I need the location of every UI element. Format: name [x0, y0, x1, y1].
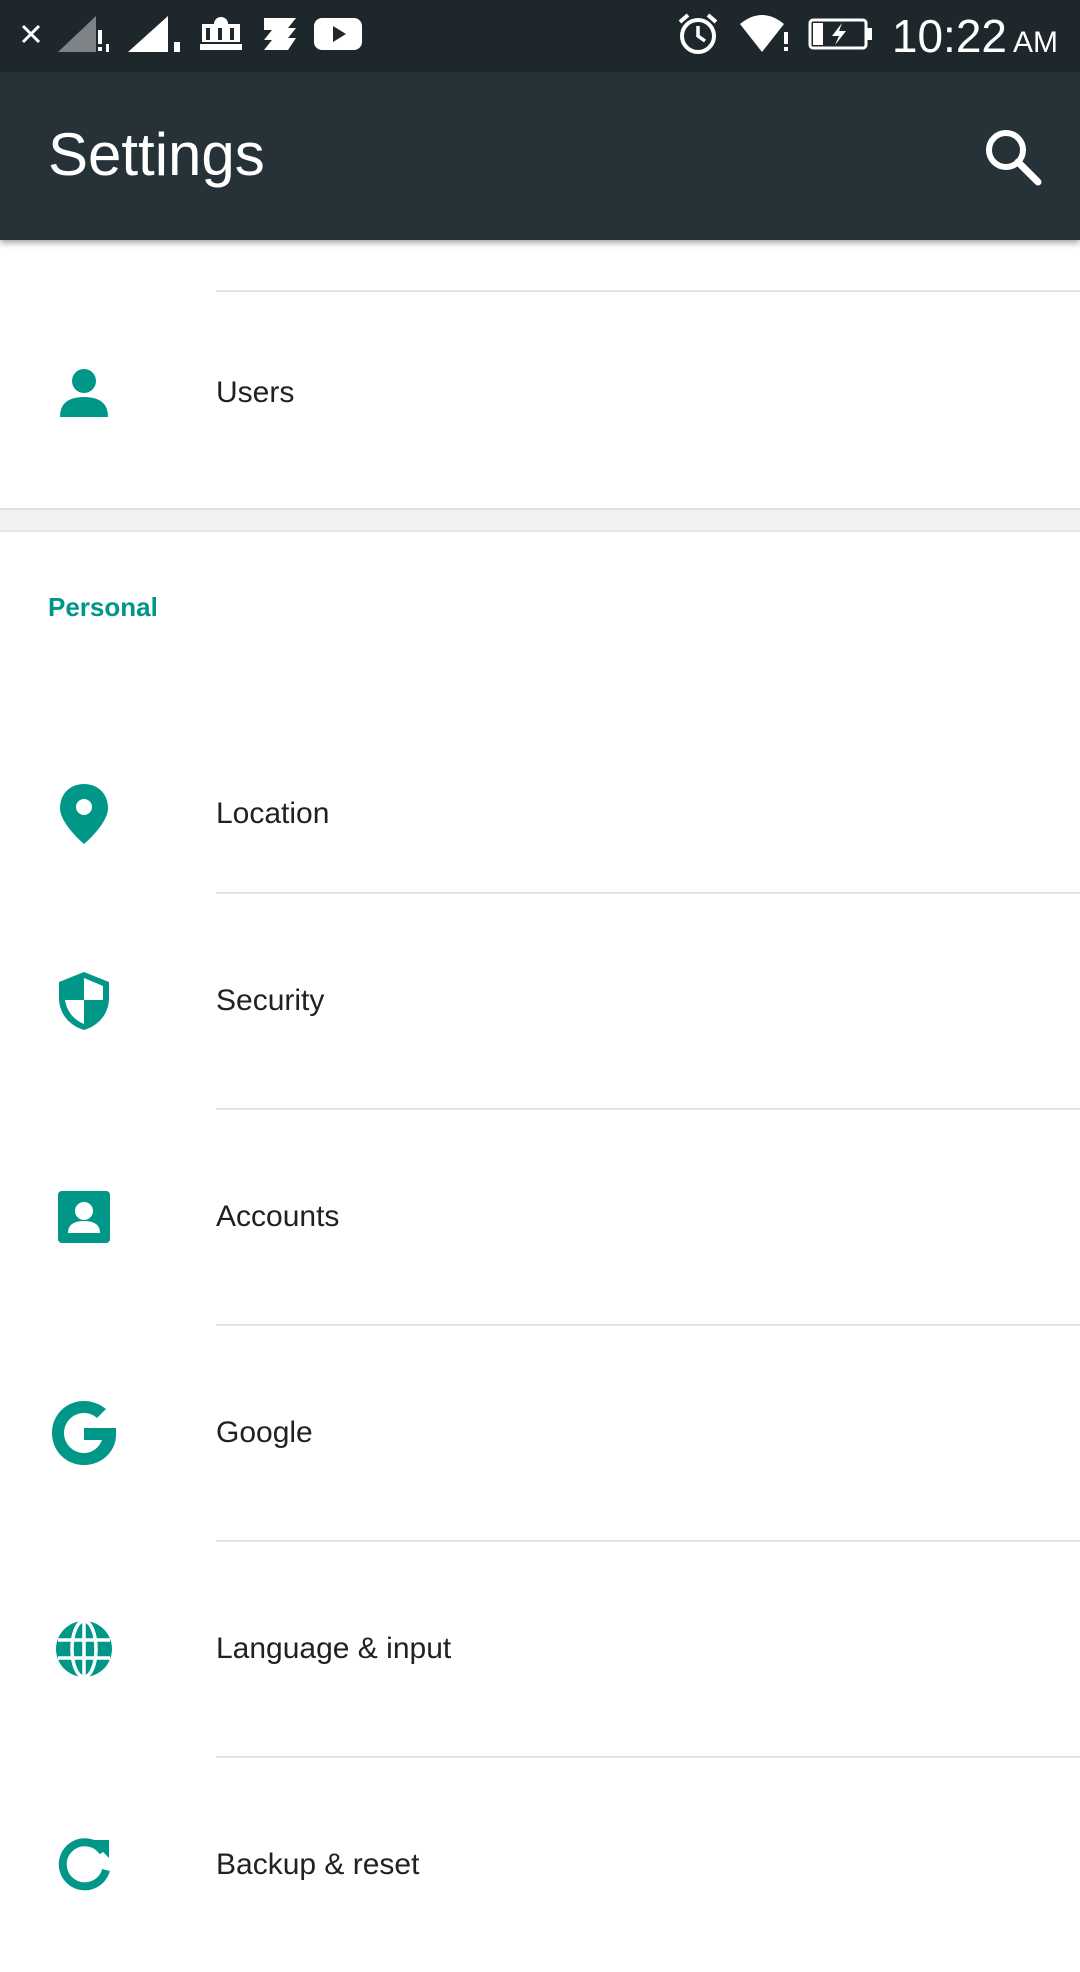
youtube-icon — [314, 16, 362, 57]
signal-2-icon — [126, 14, 182, 59]
settings-item-label: Backup & reset — [216, 1848, 420, 1881]
search-icon — [980, 130, 1044, 192]
emblem-icon — [196, 14, 246, 59]
section-header-personal: Personal — [48, 592, 158, 622]
status-bar: 10:22 AM — [0, 0, 1080, 72]
settings-item-language-input[interactable]: Language & input — [0, 1542, 1080, 1756]
settings-item-backup-reset[interactable]: Backup & reset — [0, 1758, 1080, 1972]
status-time: 10:22 AM — [892, 9, 1058, 63]
globe-icon — [48, 1613, 120, 1685]
signal-1-icon — [56, 14, 112, 59]
settings-item-location[interactable]: Location — [0, 707, 1080, 921]
settings-item-label: Location — [216, 797, 330, 830]
settings-item-security[interactable]: Security — [0, 894, 1080, 1108]
settings-list: Users Personal Location Security Account… — [0, 240, 1080, 1920]
google-icon — [48, 1397, 120, 1469]
status-left-icons — [20, 12, 362, 60]
battery-charging-icon — [808, 16, 874, 57]
close-icon — [20, 23, 42, 50]
account-box-icon — [48, 1181, 120, 1253]
location-icon — [48, 778, 120, 850]
shield-icon — [48, 965, 120, 1037]
page-title: Settings — [48, 121, 265, 188]
search-button[interactable] — [980, 124, 1044, 188]
refresh-icon — [48, 1829, 120, 1901]
settings-item-label: Language & input — [216, 1632, 452, 1665]
settings-item-google[interactable]: Google — [0, 1326, 1080, 1540]
section-separator — [0, 508, 1080, 532]
app-icon — [260, 14, 300, 59]
settings-item-label: Users — [216, 376, 295, 409]
alarm-icon — [676, 12, 720, 61]
settings-item-label: Google — [216, 1416, 313, 1449]
app-bar: Settings — [0, 72, 1080, 240]
wifi-icon — [738, 12, 790, 61]
settings-item-accounts[interactable]: Accounts — [0, 1110, 1080, 1324]
status-right-icons: 10:22 AM — [676, 8, 1058, 64]
settings-item-users[interactable]: Users — [0, 292, 1080, 494]
settings-item-label: Security — [216, 984, 325, 1017]
time-text: 10:22 — [891, 10, 1007, 62]
settings-item-label: Accounts — [216, 1200, 340, 1233]
person-icon — [48, 357, 120, 429]
ampm-text: AM — [1013, 26, 1058, 59]
